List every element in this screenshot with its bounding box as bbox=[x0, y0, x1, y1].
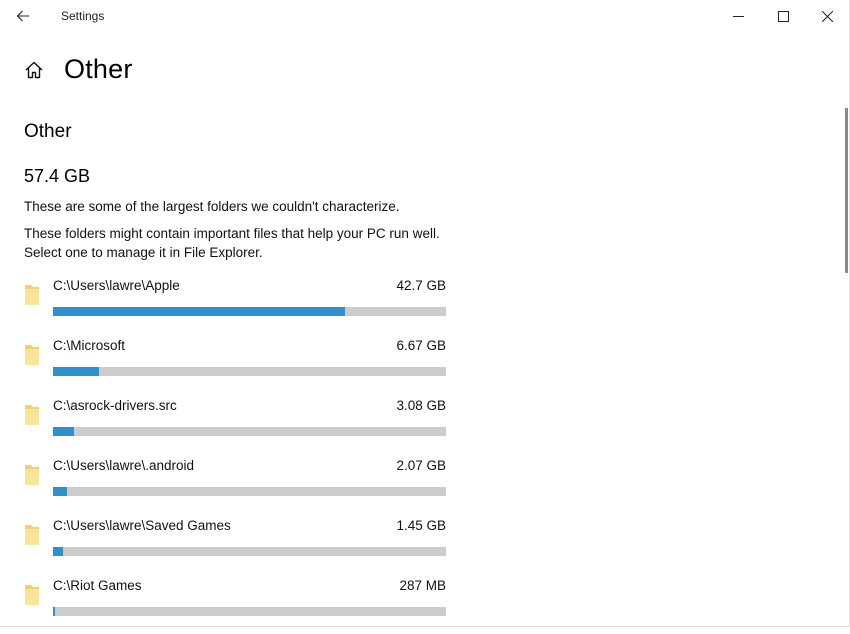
minimize-button[interactable] bbox=[715, 0, 761, 32]
page-header: Other bbox=[24, 54, 133, 85]
usage-bar bbox=[53, 307, 446, 316]
usage-bar bbox=[53, 367, 446, 376]
folder-icon bbox=[25, 405, 39, 425]
folder-icon bbox=[25, 525, 39, 545]
usage-bar bbox=[53, 607, 446, 616]
folder-icon bbox=[25, 585, 39, 605]
app-title: Settings bbox=[61, 9, 105, 23]
section-title: Other bbox=[24, 121, 72, 142]
folder-size: 42.7 GB bbox=[396, 278, 446, 293]
settings-window: Settings Other Other 57.4 GB These are s… bbox=[0, 0, 850, 627]
back-arrow-icon bbox=[16, 10, 29, 22]
folder-path: C:\Users\lawre\.android bbox=[53, 458, 195, 473]
folder-size: 3.08 GB bbox=[396, 398, 446, 413]
folder-path: C:\asrock-drivers.src bbox=[53, 398, 177, 413]
maximize-button[interactable] bbox=[760, 0, 806, 32]
usage-bar-fill bbox=[53, 487, 68, 496]
folder-path: C:\Microsoft bbox=[53, 338, 126, 353]
minimize-icon bbox=[732, 15, 744, 17]
folder-size: 2.07 GB bbox=[396, 458, 446, 473]
close-icon bbox=[821, 10, 833, 22]
usage-bar bbox=[53, 547, 446, 556]
folder-item[interactable]: C:\Microsoft 6.67 GB bbox=[0, 334, 470, 394]
folder-size: 6.67 GB bbox=[396, 338, 446, 353]
folder-size: 1.45 GB bbox=[396, 518, 446, 533]
page-title: Other bbox=[64, 54, 133, 84]
folder-icon bbox=[25, 345, 39, 365]
usage-bar bbox=[53, 487, 446, 496]
folder-item[interactable]: C:\Users\lawre\Saved Games 1.45 GB bbox=[0, 514, 470, 574]
close-button[interactable] bbox=[804, 0, 850, 32]
folder-item[interactable]: C:\Users\lawre\.android 2.07 GB bbox=[0, 454, 470, 514]
back-button[interactable] bbox=[10, 4, 36, 28]
folder-icon bbox=[25, 465, 39, 485]
folder-item[interactable]: C:\Riot Games 287 MB bbox=[0, 574, 470, 634]
scrollbar-thumb[interactable] bbox=[845, 108, 848, 273]
section-description: These are some of the largest folders we… bbox=[24, 199, 400, 214]
usage-bar-fill bbox=[53, 547, 63, 556]
folder-path: C:\Users\lawre\Apple bbox=[53, 278, 180, 293]
maximize-icon bbox=[777, 10, 789, 22]
folder-path: C:\Riot Games bbox=[53, 578, 142, 593]
usage-bar-fill bbox=[53, 427, 75, 436]
usage-bar bbox=[53, 427, 446, 436]
usage-bar-fill bbox=[53, 607, 55, 616]
total-size: 57.4 GB bbox=[24, 166, 91, 186]
folder-icon bbox=[25, 285, 39, 305]
folder-path: C:\Users\lawre\Saved Games bbox=[53, 518, 231, 533]
folder-item[interactable]: C:\Users\lawre\Apple 42.7 GB bbox=[0, 274, 470, 334]
home-button[interactable] bbox=[24, 59, 46, 81]
usage-bar-fill bbox=[53, 307, 345, 316]
folder-size: 287 MB bbox=[399, 578, 446, 593]
folder-list: C:\Users\lawre\Apple 42.7 GB C:\Microsof… bbox=[0, 274, 470, 634]
folder-item[interactable]: C:\asrock-drivers.src 3.08 GB bbox=[0, 394, 470, 454]
section-hint: These folders might contain important fi… bbox=[24, 226, 440, 260]
usage-bar-fill bbox=[53, 367, 99, 376]
home-icon bbox=[25, 61, 43, 78]
title-bar: Settings bbox=[0, 0, 850, 32]
